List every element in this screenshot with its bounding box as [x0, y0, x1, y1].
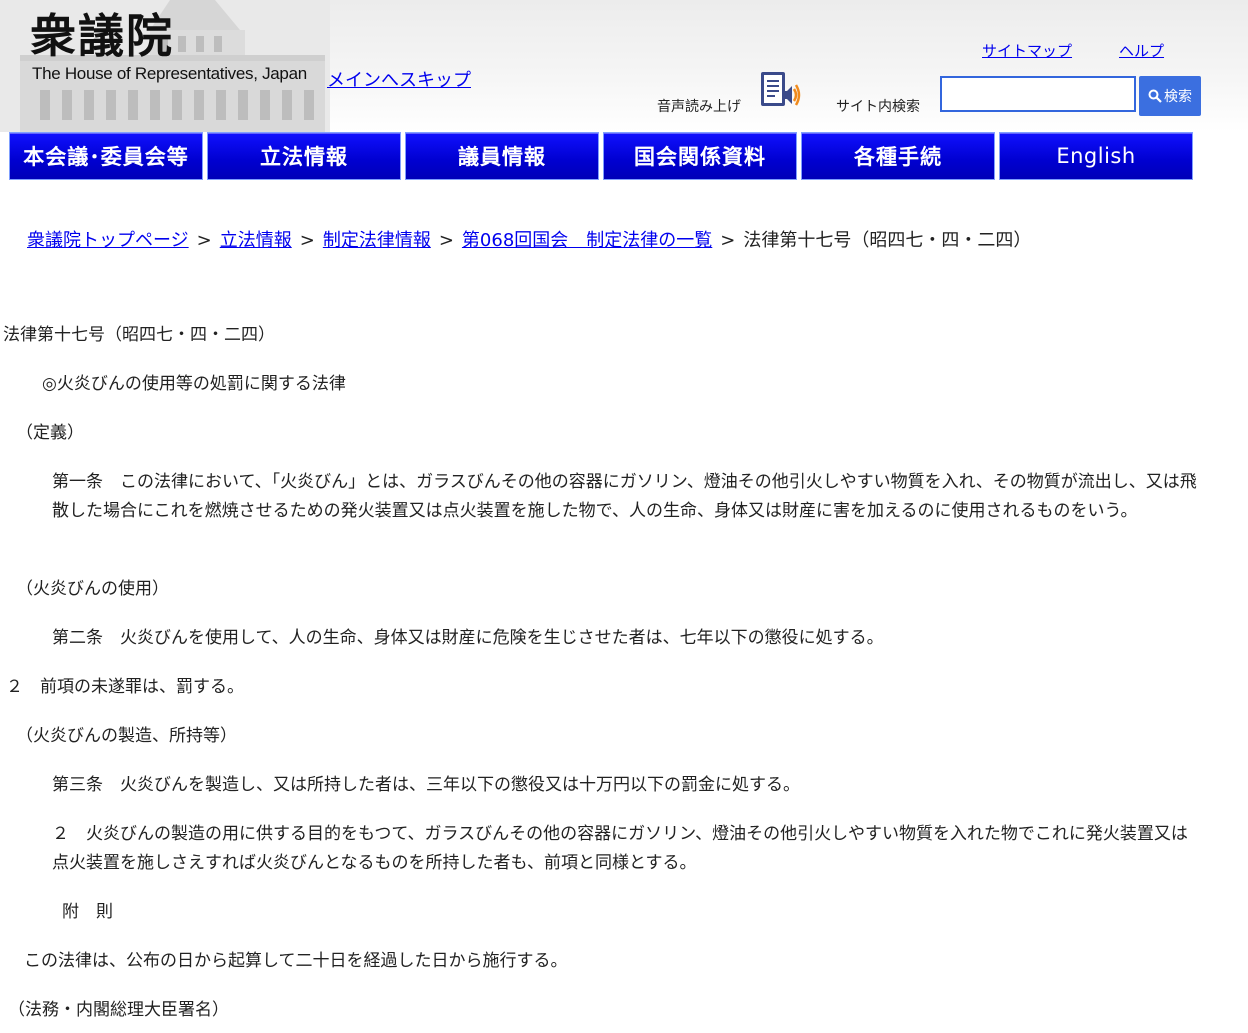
- article-2: 第二条 火炎びんを使用して、人の生命、身体又は財産に危険を生じさせた者は、七年以…: [52, 628, 884, 648]
- breadcrumb: 衆議院トップページ > 立法情報 > 制定法律情報 > 第068回国会 制定法律の一覧 > 法律…: [27, 226, 1031, 252]
- sitemap-link[interactable]: サイトマップ: [982, 40, 1072, 61]
- nav-tab-procedures[interactable]: 各種手続: [801, 132, 995, 180]
- site-search-input[interactable]: [940, 76, 1136, 112]
- section-heading-manufacture: （火炎びんの製造、所持等）: [16, 726, 237, 746]
- breadcrumb-link-session-list[interactable]: 第068回国会 制定法律の一覧: [462, 230, 712, 251]
- site-header: 衆議院 The House of Representatives, Japan …: [0, 0, 1248, 132]
- nav-tab-legislation[interactable]: 立法情報: [207, 132, 401, 180]
- law-number: 法律第十七号（昭四七・四・二四）: [3, 325, 275, 345]
- supplementary-heading: 附 則: [62, 902, 113, 922]
- breadcrumb-separator: >: [196, 230, 212, 251]
- site-search-label: サイト内検索: [836, 99, 920, 115]
- skip-to-main-link[interactable]: メインへスキップ: [327, 66, 471, 92]
- nav-tab-members[interactable]: 議員情報: [405, 132, 599, 180]
- supplementary-provision: この法律は、公布の日から起算して二十日を経過した日から施行する。: [24, 951, 568, 971]
- article-3: 第三条 火炎びんを製造し、又は所持した者は、三年以下の懲役又は十万円以下の罰金に…: [52, 775, 800, 795]
- nav-tab-diet-materials[interactable]: 国会関係資料: [603, 132, 797, 180]
- search-icon: [1148, 89, 1162, 103]
- law-title: ◎火炎びんの使用等の処罰に関する法律: [42, 374, 346, 394]
- breadcrumb-link-legislation[interactable]: 立法情報: [220, 230, 292, 251]
- section-heading-use: （火炎びんの使用）: [16, 579, 169, 599]
- site-logo-subtitle: The House of Representatives, Japan: [32, 64, 307, 83]
- breadcrumb-link-top[interactable]: 衆議院トップページ: [27, 230, 189, 251]
- nav-tab-english[interactable]: English: [999, 132, 1193, 180]
- signatures: （法務・内閣総理大臣署名）: [8, 1000, 229, 1020]
- site-logo-title: 衆議院: [30, 9, 174, 63]
- breadcrumb-current: 法律第十七号（昭四七・四・二四）: [743, 230, 1032, 251]
- breadcrumb-separator: >: [720, 230, 736, 251]
- help-link[interactable]: ヘルプ: [1119, 40, 1164, 61]
- breadcrumb-separator: >: [438, 230, 454, 251]
- breadcrumb-separator: >: [299, 230, 315, 251]
- nav-tab-plenary-committees[interactable]: 本会議･委員会等: [9, 132, 203, 180]
- speaker-document-icon[interactable]: [760, 71, 802, 111]
- search-button-label: 検索: [1164, 88, 1192, 104]
- article-2-paragraph-2: ２ 前項の未遂罪は、罰する。: [6, 677, 244, 697]
- text-to-speech-label[interactable]: 音声読み上げ: [657, 96, 741, 116]
- global-nav: 本会議･委員会等 立法情報 議員情報 国会関係資料 各種手続 English: [9, 132, 1193, 180]
- article-3-paragraph-2: ２ 火炎びんの製造の用に供する目的をもつて、ガラスびんその他の容器にガソリン、燈…: [52, 824, 1188, 873]
- section-heading-definition: （定義）: [16, 423, 84, 443]
- breadcrumb-link-enacted-laws[interactable]: 制定法律情報: [323, 230, 431, 251]
- search-button[interactable]: 検索: [1139, 76, 1201, 116]
- article-1: 第一条 この法律において、「火炎びん」とは、ガラスびんその他の容器にガソリン、燈…: [52, 472, 1197, 521]
